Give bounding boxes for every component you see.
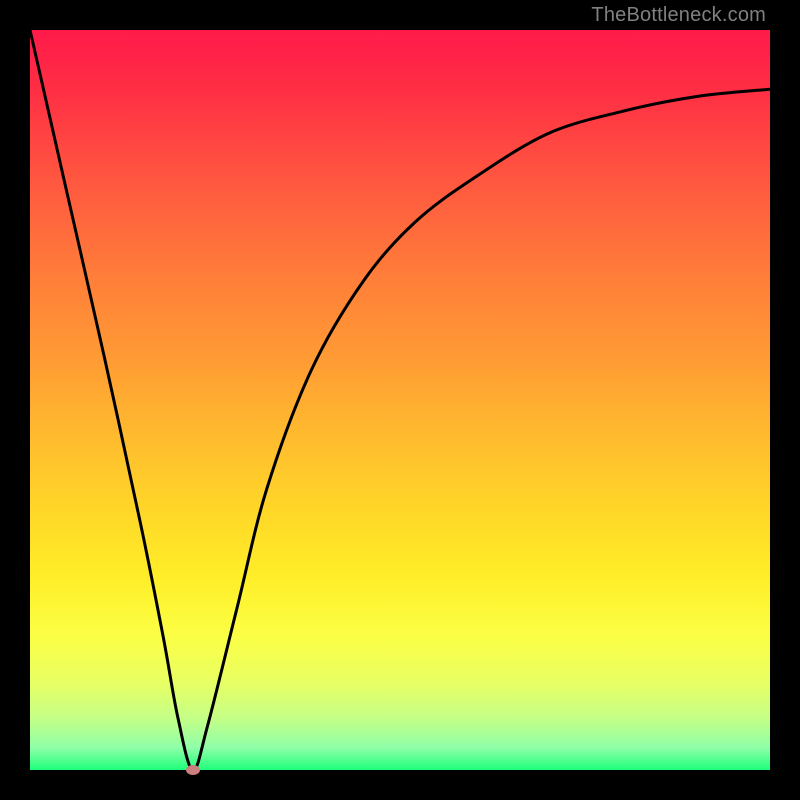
curve-path [30,30,770,770]
plot-area [30,30,770,770]
chart-container: TheBottleneck.com [0,0,800,800]
bottleneck-curve [30,30,770,770]
minimum-marker [186,765,200,775]
watermark-text: TheBottleneck.com [591,4,766,27]
